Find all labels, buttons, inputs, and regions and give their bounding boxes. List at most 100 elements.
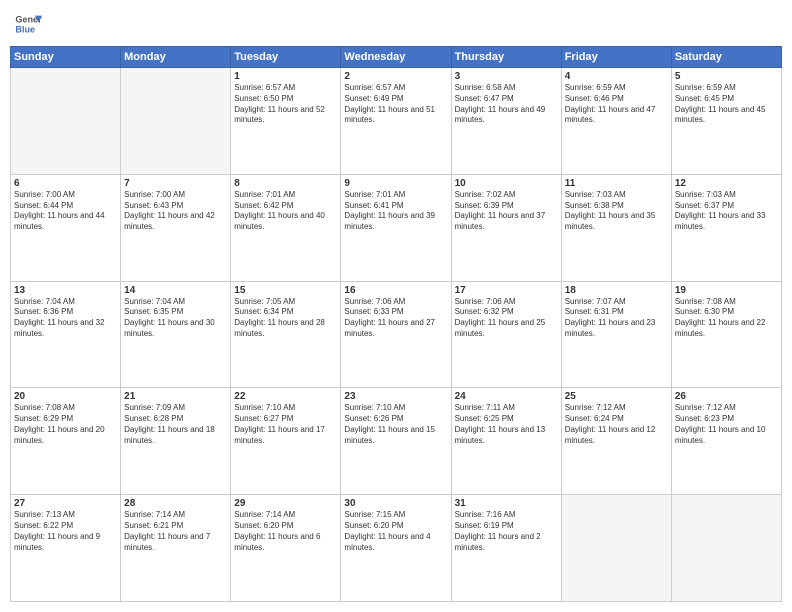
day-number: 19 [675,285,778,296]
calendar-cell: 22Sunrise: 7:10 AM Sunset: 6:27 PM Dayli… [231,388,341,495]
day-info: Sunrise: 7:09 AM Sunset: 6:28 PM Dayligh… [124,403,227,446]
calendar-cell: 28Sunrise: 7:14 AM Sunset: 6:21 PM Dayli… [121,495,231,602]
calendar-cell: 7Sunrise: 7:00 AM Sunset: 6:43 PM Daylig… [121,174,231,281]
day-number: 30 [344,498,447,509]
day-info: Sunrise: 7:01 AM Sunset: 6:41 PM Dayligh… [344,190,447,233]
calendar-cell: 19Sunrise: 7:08 AM Sunset: 6:30 PM Dayli… [671,281,781,388]
day-info: Sunrise: 7:11 AM Sunset: 6:25 PM Dayligh… [455,403,558,446]
day-info: Sunrise: 7:08 AM Sunset: 6:29 PM Dayligh… [14,403,117,446]
day-number: 6 [14,178,117,189]
day-number: 26 [675,391,778,402]
day-info: Sunrise: 7:12 AM Sunset: 6:24 PM Dayligh… [565,403,668,446]
day-number: 22 [234,391,337,402]
day-number: 10 [455,178,558,189]
day-number: 25 [565,391,668,402]
day-number: 28 [124,498,227,509]
calendar-cell: 18Sunrise: 7:07 AM Sunset: 6:31 PM Dayli… [561,281,671,388]
day-number: 12 [675,178,778,189]
day-info: Sunrise: 7:06 AM Sunset: 6:33 PM Dayligh… [344,297,447,340]
calendar-cell: 17Sunrise: 7:06 AM Sunset: 6:32 PM Dayli… [451,281,561,388]
day-number: 1 [234,71,337,82]
day-number: 15 [234,285,337,296]
weekday-header-tuesday: Tuesday [231,47,341,68]
calendar-cell: 24Sunrise: 7:11 AM Sunset: 6:25 PM Dayli… [451,388,561,495]
day-info: Sunrise: 7:07 AM Sunset: 6:31 PM Dayligh… [565,297,668,340]
day-number: 16 [344,285,447,296]
week-row-3: 13Sunrise: 7:04 AM Sunset: 6:36 PM Dayli… [11,281,782,388]
day-number: 29 [234,498,337,509]
day-number: 3 [455,71,558,82]
calendar-cell: 5Sunrise: 6:59 AM Sunset: 6:45 PM Daylig… [671,68,781,175]
day-info: Sunrise: 7:02 AM Sunset: 6:39 PM Dayligh… [455,190,558,233]
day-info: Sunrise: 7:00 AM Sunset: 6:44 PM Dayligh… [14,190,117,233]
calendar-cell: 12Sunrise: 7:03 AM Sunset: 6:37 PM Dayli… [671,174,781,281]
calendar-cell: 6Sunrise: 7:00 AM Sunset: 6:44 PM Daylig… [11,174,121,281]
calendar-cell [11,68,121,175]
day-number: 24 [455,391,558,402]
day-number: 5 [675,71,778,82]
calendar-cell: 9Sunrise: 7:01 AM Sunset: 6:41 PM Daylig… [341,174,451,281]
day-number: 2 [344,71,447,82]
day-info: Sunrise: 7:04 AM Sunset: 6:36 PM Dayligh… [14,297,117,340]
day-info: Sunrise: 7:14 AM Sunset: 6:21 PM Dayligh… [124,510,227,553]
calendar-cell: 23Sunrise: 7:10 AM Sunset: 6:26 PM Dayli… [341,388,451,495]
calendar-cell: 21Sunrise: 7:09 AM Sunset: 6:28 PM Dayli… [121,388,231,495]
day-info: Sunrise: 7:10 AM Sunset: 6:26 PM Dayligh… [344,403,447,446]
day-number: 27 [14,498,117,509]
day-number: 21 [124,391,227,402]
day-number: 9 [344,178,447,189]
calendar-cell: 27Sunrise: 7:13 AM Sunset: 6:22 PM Dayli… [11,495,121,602]
week-row-5: 27Sunrise: 7:13 AM Sunset: 6:22 PM Dayli… [11,495,782,602]
day-info: Sunrise: 7:13 AM Sunset: 6:22 PM Dayligh… [14,510,117,553]
weekday-header-row: SundayMondayTuesdayWednesdayThursdayFrid… [11,47,782,68]
day-info: Sunrise: 7:06 AM Sunset: 6:32 PM Dayligh… [455,297,558,340]
day-info: Sunrise: 6:59 AM Sunset: 6:45 PM Dayligh… [675,83,778,126]
page: General Blue SundayMondayTuesdayWednesda… [0,0,792,612]
calendar-cell: 3Sunrise: 6:58 AM Sunset: 6:47 PM Daylig… [451,68,561,175]
day-number: 8 [234,178,337,189]
calendar-cell: 2Sunrise: 6:57 AM Sunset: 6:49 PM Daylig… [341,68,451,175]
week-row-2: 6Sunrise: 7:00 AM Sunset: 6:44 PM Daylig… [11,174,782,281]
day-number: 14 [124,285,227,296]
day-info: Sunrise: 7:14 AM Sunset: 6:20 PM Dayligh… [234,510,337,553]
weekday-header-wednesday: Wednesday [341,47,451,68]
calendar-cell: 31Sunrise: 7:16 AM Sunset: 6:19 PM Dayli… [451,495,561,602]
day-info: Sunrise: 7:16 AM Sunset: 6:19 PM Dayligh… [455,510,558,553]
day-number: 18 [565,285,668,296]
day-info: Sunrise: 7:03 AM Sunset: 6:38 PM Dayligh… [565,190,668,233]
day-number: 31 [455,498,558,509]
calendar-cell: 29Sunrise: 7:14 AM Sunset: 6:20 PM Dayli… [231,495,341,602]
weekday-header-saturday: Saturday [671,47,781,68]
day-info: Sunrise: 7:10 AM Sunset: 6:27 PM Dayligh… [234,403,337,446]
calendar-cell: 8Sunrise: 7:01 AM Sunset: 6:42 PM Daylig… [231,174,341,281]
header: General Blue [10,10,782,38]
day-info: Sunrise: 6:59 AM Sunset: 6:46 PM Dayligh… [565,83,668,126]
day-info: Sunrise: 7:08 AM Sunset: 6:30 PM Dayligh… [675,297,778,340]
calendar-table: SundayMondayTuesdayWednesdayThursdayFrid… [10,46,782,602]
day-info: Sunrise: 7:05 AM Sunset: 6:34 PM Dayligh… [234,297,337,340]
day-number: 11 [565,178,668,189]
day-info: Sunrise: 7:04 AM Sunset: 6:35 PM Dayligh… [124,297,227,340]
day-info: Sunrise: 7:12 AM Sunset: 6:23 PM Dayligh… [675,403,778,446]
day-info: Sunrise: 7:03 AM Sunset: 6:37 PM Dayligh… [675,190,778,233]
day-number: 17 [455,285,558,296]
calendar-cell: 15Sunrise: 7:05 AM Sunset: 6:34 PM Dayli… [231,281,341,388]
calendar-cell [671,495,781,602]
calendar-cell: 20Sunrise: 7:08 AM Sunset: 6:29 PM Dayli… [11,388,121,495]
day-info: Sunrise: 6:58 AM Sunset: 6:47 PM Dayligh… [455,83,558,126]
weekday-header-monday: Monday [121,47,231,68]
calendar-cell: 14Sunrise: 7:04 AM Sunset: 6:35 PM Dayli… [121,281,231,388]
day-info: Sunrise: 7:15 AM Sunset: 6:20 PM Dayligh… [344,510,447,553]
day-number: 7 [124,178,227,189]
calendar-cell: 11Sunrise: 7:03 AM Sunset: 6:38 PM Dayli… [561,174,671,281]
calendar-cell: 1Sunrise: 6:57 AM Sunset: 6:50 PM Daylig… [231,68,341,175]
logo: General Blue [14,10,42,38]
calendar-cell: 30Sunrise: 7:15 AM Sunset: 6:20 PM Dayli… [341,495,451,602]
svg-text:Blue: Blue [15,24,35,34]
calendar-cell: 26Sunrise: 7:12 AM Sunset: 6:23 PM Dayli… [671,388,781,495]
day-info: Sunrise: 7:00 AM Sunset: 6:43 PM Dayligh… [124,190,227,233]
day-number: 20 [14,391,117,402]
calendar-cell: 25Sunrise: 7:12 AM Sunset: 6:24 PM Dayli… [561,388,671,495]
day-info: Sunrise: 6:57 AM Sunset: 6:49 PM Dayligh… [344,83,447,126]
calendar-cell [561,495,671,602]
